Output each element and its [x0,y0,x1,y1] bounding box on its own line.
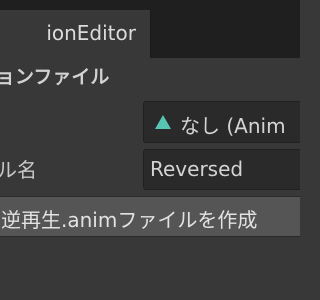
file-name-input[interactable]: Reversed [143,149,300,190]
file-name-label: ル名 [0,158,37,182]
file-name-value: Reversed [150,157,244,181]
create-reverse-anim-button[interactable]: 逆再生.animファイルを作成 [0,196,300,237]
animation-clip-icon [155,115,171,129]
tab-animation-editor[interactable]: ionEditor [0,10,151,58]
source-animation-field[interactable]: なし (Anim [143,101,300,143]
tab-bar: ionEditor [0,0,300,58]
tab-title: ionEditor [46,21,136,45]
create-button-label: 逆再生.animファイルを作成 [1,208,258,232]
editor-window: ionEditor ョンファイル なし (Anim ル名 Reversed 逆再… [0,0,300,300]
section-title: ョンファイル [0,66,110,88]
source-animation-value: なし (Anim [180,114,286,138]
